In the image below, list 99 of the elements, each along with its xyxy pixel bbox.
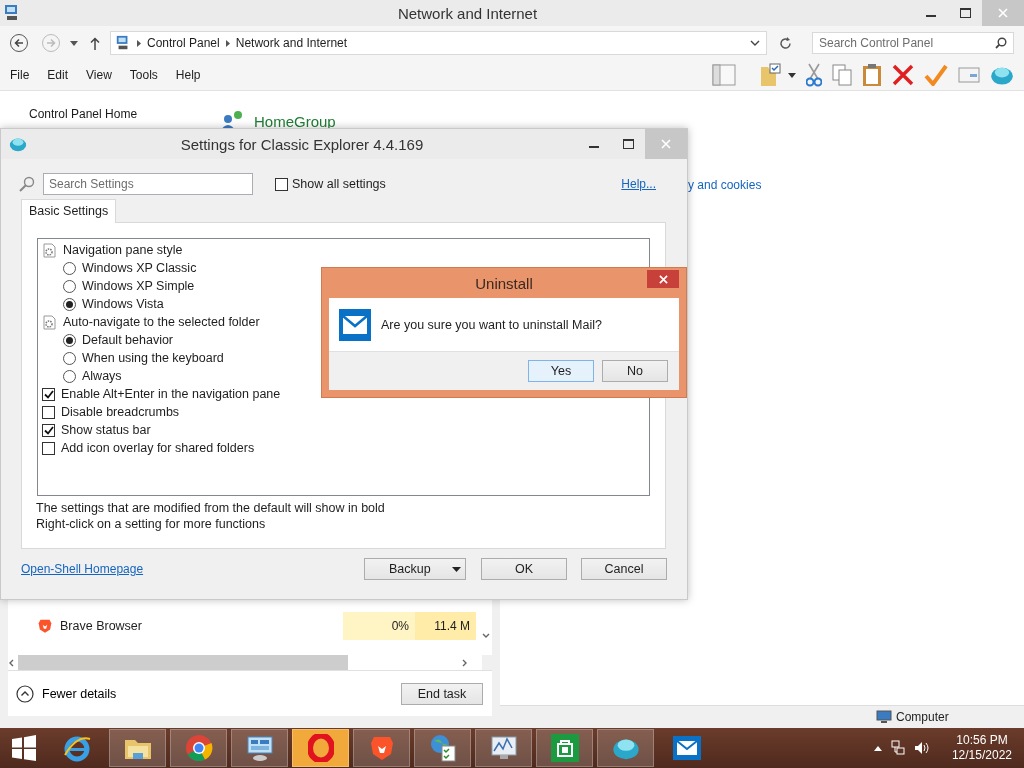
clipboard-icon[interactable] — [862, 63, 882, 87]
checkbox-label: Show status bar — [61, 423, 151, 437]
menu-item[interactable]: Edit — [47, 68, 78, 82]
performance-monitor-icon[interactable] — [488, 734, 519, 762]
setting-group-label: Auto-navigate to the selected folder — [63, 315, 260, 329]
category-link[interactable]: HomeGroup — [254, 113, 336, 130]
checkbox[interactable] — [275, 177, 288, 191]
dialog-title: Uninstall — [474, 274, 534, 292]
menu-item[interactable]: Help — [175, 68, 210, 82]
clock[interactable]: 10:56 PM 12/15/2022 — [951, 733, 1012, 763]
network-icon[interactable] — [889, 740, 906, 756]
radio-label: Always — [82, 369, 122, 383]
dropdown-icon[interactable] — [70, 40, 78, 46]
category-sublink[interactable]: y and cookies — [688, 178, 762, 192]
windows-start-icon[interactable] — [11, 735, 37, 761]
settings-page-icon — [42, 242, 57, 258]
settings-page-icon — [42, 314, 57, 330]
radio-button[interactable] — [63, 261, 76, 275]
radio-button[interactable] — [63, 279, 76, 293]
hint-text: Right-click on a setting for more functions — [36, 516, 267, 532]
delete-icon[interactable] — [892, 64, 914, 86]
end-task-button[interactable]: End task — [401, 682, 483, 705]
tab[interactable]: Basic Settings — [21, 199, 117, 223]
ok-button[interactable]: OK — [481, 558, 567, 580]
chevron-icon — [137, 39, 141, 47]
lion-icon — [38, 618, 52, 634]
radio-label: Windows Vista — [82, 297, 164, 311]
memory-cell: 11.4 M — [415, 612, 476, 640]
control-panel-icon[interactable] — [244, 734, 275, 762]
help-link[interactable]: Help... — [621, 177, 656, 191]
radio-label: Windows XP Simple — [82, 279, 195, 293]
radio-button[interactable] — [63, 297, 76, 311]
setting-group-label: Navigation pane style — [63, 243, 183, 257]
chevron-icon — [225, 39, 230, 47]
yes-button[interactable]: Yes — [528, 360, 594, 382]
scroll-right-icon[interactable] — [462, 658, 468, 667]
checkbox-label: Add icon overlay for shared folders — [61, 441, 255, 455]
dropdown-icon[interactable] — [788, 72, 796, 78]
close-button[interactable] — [647, 270, 679, 288]
search-icon — [19, 176, 35, 192]
checkbox[interactable] — [42, 405, 55, 419]
up-arrow-icon[interactable] — [90, 36, 100, 50]
radio-label: When using the keyboard — [82, 351, 224, 365]
radio-button[interactable] — [63, 351, 76, 365]
window-title: Network and Internet — [396, 4, 539, 22]
dialog-message: Are you sure you want to uninstall Mail? — [381, 317, 602, 332]
sidebar-link[interactable]: Control Panel Home — [29, 107, 138, 121]
checkbox-label: Show all settings — [292, 177, 386, 191]
folder-check-icon[interactable] — [760, 63, 782, 87]
cancel-button[interactable]: Cancel — [581, 558, 667, 580]
checkmark-icon[interactable] — [924, 64, 948, 86]
search-field[interactable]: Search Control Panel — [812, 32, 1014, 54]
checkbox-label: Enable Alt+Enter in the navigation pane — [61, 387, 281, 401]
radio-button[interactable] — [63, 369, 76, 383]
backup-button[interactable]: Backup — [364, 558, 466, 580]
radio-label: Windows XP Classic — [82, 261, 197, 275]
process-name: Brave Browser — [60, 619, 142, 633]
chevron-up-icon — [16, 684, 34, 703]
back-arrow-icon — [14, 38, 24, 48]
checkbox[interactable] — [42, 441, 55, 455]
maximize-icon[interactable] — [959, 8, 971, 18]
scroll-left-icon[interactable] — [8, 658, 14, 667]
checkbox[interactable] — [42, 387, 55, 401]
no-button[interactable]: No — [602, 360, 668, 382]
chrome-icon[interactable] — [184, 734, 213, 762]
mail-icon[interactable] — [671, 735, 702, 761]
address-bar[interactable]: Control Panel Network and Internet — [110, 31, 767, 55]
close-icon — [658, 274, 668, 284]
dropdown-icon[interactable] — [750, 40, 760, 46]
maximize-icon[interactable] — [622, 139, 634, 149]
status-text: Computer — [896, 710, 949, 724]
scissors-icon[interactable] — [806, 63, 822, 87]
caret-icon — [452, 566, 461, 572]
hint-text: The settings that are modified from the default will show in bold — [36, 500, 386, 516]
homepage-link[interactable]: Open-Shell Homepage — [21, 562, 144, 576]
checkbox[interactable] — [42, 423, 55, 437]
breadcrumb-item[interactable]: Network and Internet — [235, 36, 348, 50]
menu-item[interactable]: Tools — [129, 68, 167, 82]
breadcrumb-item[interactable]: Control Panel — [147, 36, 220, 50]
scrollbar-thumb[interactable] — [18, 655, 348, 670]
cpu-cell: 0% — [343, 612, 415, 640]
store-bag-icon[interactable] — [549, 733, 580, 763]
forward-arrow-icon — [46, 38, 56, 48]
menu-item[interactable]: View — [86, 68, 121, 82]
radio-button[interactable] — [63, 333, 76, 347]
scroll-down-icon[interactable] — [482, 633, 490, 639]
computer-icon — [876, 710, 892, 724]
mail-icon — [339, 308, 371, 341]
lion-icon[interactable] — [369, 734, 394, 762]
menu-item[interactable]: File — [10, 68, 39, 82]
checkbox-label: Disable breadcrumbs — [61, 405, 180, 419]
dialog-title: Settings for Classic Explorer 4.4.169 — [179, 135, 425, 153]
search-icon — [995, 37, 1007, 49]
search-field[interactable]: Search Settings — [43, 173, 253, 195]
radio-label: Default behavior — [82, 333, 174, 347]
refresh-icon[interactable] — [779, 36, 792, 50]
show-hidden-icons-icon[interactable] — [873, 745, 882, 751]
fewer-details-button[interactable]: Fewer details — [16, 684, 117, 703]
speaker-icon[interactable] — [913, 740, 930, 756]
